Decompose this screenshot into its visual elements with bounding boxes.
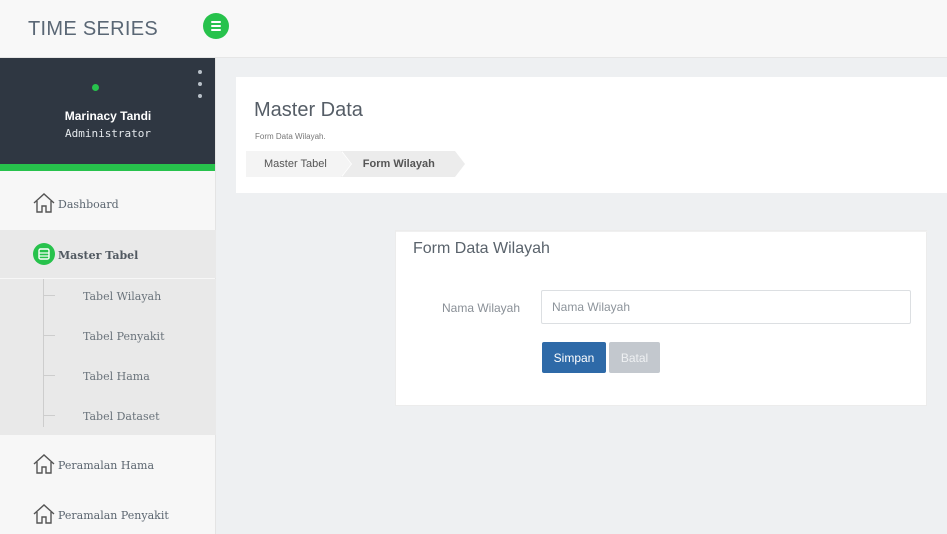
card-top-border [396, 231, 928, 232]
profile-accent-bar [0, 164, 215, 171]
user-role: Administrator [64, 127, 152, 140]
nama-wilayah-label: Nama Wilayah [442, 301, 521, 315]
sidebar-item-tabel-wilayah[interactable]: Tabel Wilayah [43, 279, 216, 317]
sidebar-item-peramalan-penyakit[interactable]: Peramalan Penyakit [0, 490, 216, 534]
batal-button[interactable]: Batal [609, 342, 660, 373]
sidebar-item-peramalan-hama[interactable]: Peramalan Hama [0, 440, 216, 488]
tree-connector [43, 295, 55, 296]
submenu-label: Tabel Wilayah [83, 290, 162, 303]
kebab-icon[interactable] [194, 70, 206, 98]
home-icon [33, 193, 55, 213]
form-title: Form Data Wilayah [413, 240, 550, 257]
breadcrumb-item-form-wilayah: Form Wilayah [340, 151, 465, 177]
page-title: Master Data [254, 99, 363, 121]
online-status-icon [92, 84, 99, 91]
tree-connector [43, 335, 55, 336]
submenu-label: Tabel Dataset [83, 410, 160, 423]
sidebar: Marinacy Tandi Administrator Dashboard M… [0, 58, 216, 534]
tree-connector [43, 375, 55, 376]
simpan-button[interactable]: Simpan [542, 342, 606, 373]
sidebar-item-tabel-dataset[interactable]: Tabel Dataset [43, 399, 216, 437]
sidebar-item-dashboard[interactable]: Dashboard [0, 179, 216, 227]
form-card: Form Data Wilayah Nama Wilayah Simpan Ba… [395, 230, 928, 406]
master-tabel-submenu: Tabel Wilayah Tabel Penyakit Tabel Hama … [0, 279, 216, 435]
page-header: Master Data Form Data Wilayah. Master Ta… [236, 77, 947, 193]
nama-wilayah-input[interactable] [541, 290, 911, 324]
home-icon [33, 504, 55, 524]
sidebar-item-label: Dashboard [58, 198, 119, 211]
table-circle-icon [33, 243, 55, 265]
hamburger-icon[interactable] [203, 13, 229, 39]
breadcrumb: Master Tabel Form Wilayah [246, 151, 465, 177]
tree-connector [43, 415, 55, 416]
user-name: Marinacy Tandi [64, 109, 152, 123]
home-icon [33, 454, 55, 474]
sidebar-item-master-tabel[interactable]: Master Tabel [0, 230, 216, 278]
page-subtitle: Form Data Wilayah. [255, 132, 326, 141]
app-title[interactable]: TIME SERIES [28, 18, 158, 41]
sidebar-item-label: Peramalan Penyakit [58, 509, 169, 522]
top-navbar: TIME SERIES [0, 0, 947, 58]
sidebar-item-tabel-hama[interactable]: Tabel Hama [43, 359, 216, 397]
breadcrumb-item-master-tabel[interactable]: Master Tabel [246, 151, 352, 177]
sidebar-item-label: Peramalan Hama [58, 459, 155, 472]
sidebar-item-tabel-penyakit[interactable]: Tabel Penyakit [43, 319, 216, 357]
submenu-label: Tabel Penyakit [83, 330, 165, 343]
user-profile-panel: Marinacy Tandi Administrator [0, 58, 215, 164]
sidebar-item-label: Master Tabel [58, 249, 139, 262]
submenu-label: Tabel Hama [83, 370, 150, 383]
